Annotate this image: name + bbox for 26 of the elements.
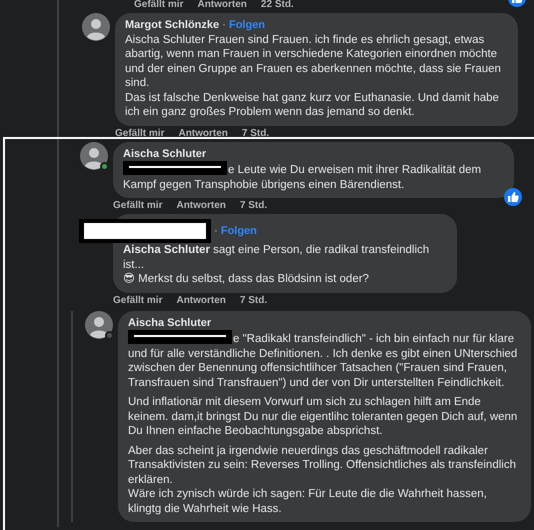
avatar-icon[interactable]: [85, 310, 113, 338]
timestamp: 7 Std.: [240, 200, 268, 212]
author-name[interactable]: Margot Schlönzke: [125, 19, 220, 31]
reply-link[interactable]: Antworten: [178, 128, 228, 140]
comment-text: e Leute wie Du erweisen mit ihrer Radikalität dem Kampf gegen Transphobie übrigens einen Bärendienst.: [123, 164, 482, 190]
reply-link[interactable]: Antworten: [176, 200, 226, 212]
comment-text: Aischa Schluter Frauen sind Frauen. ich finde es ehrlich gesagt, etwas abartig, wenn man Frauen in verschiedene Kategorien einordnen möchte und der einen Gruppe an Frauen es aberkennen möchte, dass sie Frauen sind. Das ist falsche Denkweise hat ganz kurz vor Euthanasie. Und damit habe ich ein ganz großes Problem wenn das jemand so denkt.: [125, 32, 502, 120]
comment-text: e "Radikakl transfeindlich" - ich bin einfach nur für klare und für alle verständliche Definitionen. . Ich denke es gibt einen UNterschied zwischen der Benennung offensichtlihcer Tatsachen ("Frauen sind Frauen, Transfrauen sind Transfrauen") und der von Dir unterstellten Feindlichkeit.: [128, 333, 518, 388]
reply-link[interactable]: Antworten: [176, 294, 226, 306]
timestamp: 22 Std.: [260, 0, 294, 11]
like-link[interactable]: Gefällt mir: [113, 200, 162, 212]
author-name[interactable]: Aischa Schluter: [128, 316, 212, 328]
timestamp: 7 Std.: [240, 294, 268, 306]
comment-text: Aischa Schluter sagt eine Person, die radikal transfeindlich ist... 😎 Merkst du selbst, dass das Blödsinn ist oder?: [123, 243, 430, 286]
comment-text: Aber das scheint ja irgendwie neuerdings das geschäftmodell radikaler Transaktivisten zu sein: Reverses Trolling. Offensichtliches als transfeindlich erklären. Wäre ich zynisch würde ich sagen: Für Leute die die Wahrheit hassen, klingtg die Wahrheit wie Hass.: [128, 444, 517, 516]
avatar-icon[interactable]: [82, 13, 110, 41]
separator-dot: ·: [222, 19, 226, 31]
like-link[interactable]: Gefällt mir: [115, 128, 164, 140]
timestamp: 7 Std.: [242, 128, 270, 140]
avatar-icon[interactable]: [80, 142, 108, 170]
reply-link[interactable]: Antworten: [197, 0, 247, 11]
author-name[interactable]: Aischa Schluter: [123, 148, 206, 160]
separator-dot: ·: [214, 225, 218, 238]
like-link[interactable]: Gefällt mir: [134, 0, 184, 11]
comment-text: Und inflationär mit diesem Vorwurf um sich zu schlagen hilft am Ende keinem. dam,it bringst Du nur die eigentlihc toleranten gegen Dich auf, wenn Du Ihnen einfache Beobachtungsgabe absprichst.: [128, 395, 518, 438]
like-link[interactable]: Gefällt mir: [113, 294, 162, 306]
